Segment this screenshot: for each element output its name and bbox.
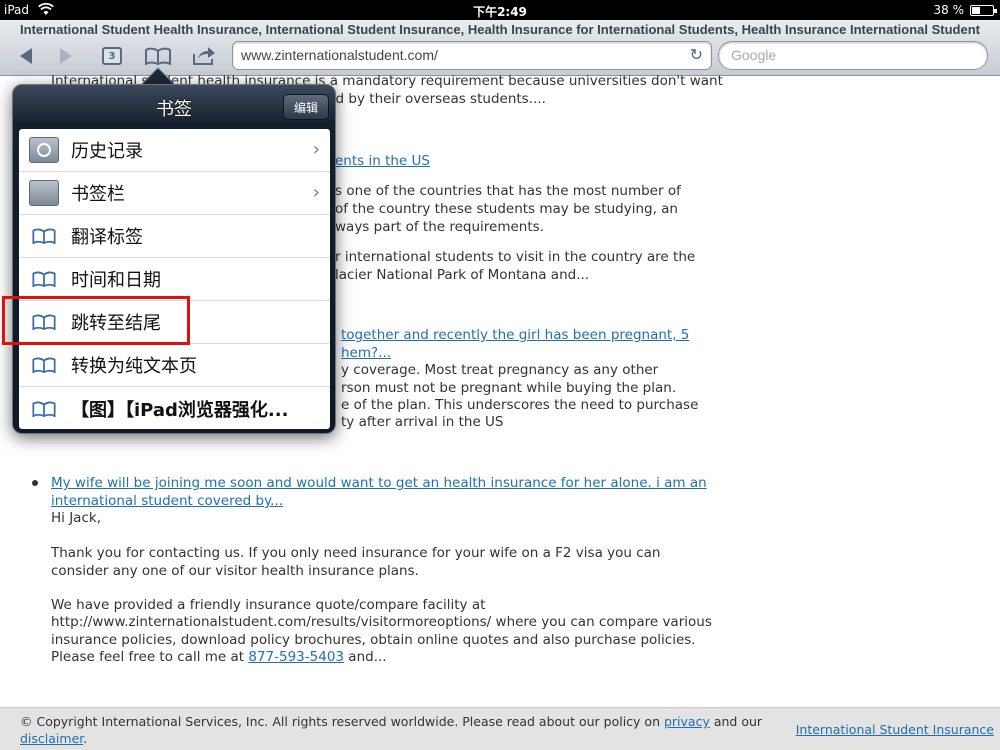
article-link[interactable]: hem?... bbox=[341, 345, 391, 361]
chevron-right-icon: › bbox=[312, 139, 320, 160]
bookmark-label: 翻译标签 bbox=[71, 227, 143, 248]
text-fragment: and... bbox=[348, 649, 387, 665]
bookmark-item[interactable]: 时间和日期 bbox=[19, 258, 330, 301]
book-icon bbox=[145, 47, 171, 65]
text-line: ways part of the requirements. bbox=[335, 219, 544, 235]
search-field[interactable]: Google bbox=[718, 41, 988, 70]
text-line: Hi Jack, bbox=[51, 510, 101, 526]
browser-toolbar: International Student Health Insurance, … bbox=[0, 20, 1000, 76]
copyright-line: © Copyright International Services, Inc.… bbox=[20, 714, 660, 729]
copyright-and: and our bbox=[713, 714, 763, 729]
article-link[interactable]: ents in the US bbox=[335, 153, 430, 169]
brand-link[interactable]: International Student Insurance bbox=[796, 722, 994, 737]
battery-icon bbox=[970, 5, 997, 16]
text-line: lacier National Park of Montana and... bbox=[335, 267, 590, 283]
bookmark-item[interactable]: 【图】【iPad浏览器强化... bbox=[19, 387, 330, 429]
text-line: insurance policies, download policy broc… bbox=[51, 632, 696, 648]
text-line: Thank you for contacting us. If you only… bbox=[51, 545, 661, 561]
bookmark-item[interactable]: 翻译标签 bbox=[19, 215, 330, 258]
share-icon bbox=[193, 47, 215, 65]
bullet bbox=[32, 480, 38, 486]
text-line: http://www.zinternationalstudent.com/res… bbox=[51, 614, 712, 630]
url-text: www.zinternationalstudent.com/ bbox=[241, 47, 438, 63]
text-line: ty after arrival in the US bbox=[341, 414, 504, 430]
bookmark-label: 历史记录 bbox=[71, 141, 143, 162]
bookmark-label: 转换为纯文本页 bbox=[71, 356, 197, 377]
text-line: y coverage. Most treat pregnancy as any … bbox=[341, 362, 659, 378]
privacy-link[interactable]: privacy bbox=[664, 714, 710, 729]
bookmark-label: 书签栏 bbox=[71, 184, 125, 205]
copyright-text: © Copyright International Services, Inc.… bbox=[20, 713, 780, 747]
text-line: e of the plan. This underscores the need… bbox=[341, 397, 699, 413]
article-link[interactable]: together and recently the girl has been … bbox=[341, 327, 689, 343]
share-button[interactable] bbox=[186, 42, 222, 70]
edit-button[interactable]: 编辑 bbox=[283, 94, 329, 120]
bookmark-label: 时间和日期 bbox=[71, 270, 161, 291]
back-button[interactable] bbox=[8, 42, 44, 70]
text-line: We have provided a friendly insurance qu… bbox=[51, 597, 486, 613]
text-fragment: Please feel free to call me at bbox=[51, 649, 245, 665]
bookmarks-popover: 书签 编辑 历史记录 › 书签栏 › 翻译标签 时间和日期 跳转至结尾 转换为纯… bbox=[12, 84, 336, 434]
tab-count-badge: 3 bbox=[102, 47, 122, 65]
article-link[interactable]: international student covered by... bbox=[51, 493, 283, 509]
tabs-button[interactable]: 3 bbox=[94, 42, 130, 70]
status-bar: iPad 下午2:49 38 % bbox=[0, 0, 1000, 20]
bookmark-item[interactable]: 转换为纯文本页 bbox=[19, 344, 330, 387]
status-time: 下午2:49 bbox=[473, 5, 527, 19]
text-line: rson must not be pregnant while buying t… bbox=[341, 380, 677, 396]
text-line: r international students to visit in the… bbox=[335, 249, 696, 265]
bookmark-history[interactable]: 历史记录 › bbox=[19, 129, 330, 172]
reload-icon[interactable]: ↻ bbox=[690, 45, 703, 65]
battery-percent: 38 % bbox=[933, 3, 965, 17]
text-line: consider any one of our visitor health i… bbox=[51, 563, 419, 579]
bookmarks-list: 历史记录 › 书签栏 › 翻译标签 时间和日期 跳转至结尾 转换为纯文本页 【图… bbox=[19, 129, 330, 429]
chevron-right-icon: › bbox=[312, 182, 320, 203]
page-footer: © Copyright International Services, Inc.… bbox=[0, 707, 1000, 750]
history-folder-icon bbox=[29, 137, 59, 163]
bookmark-bar-folder[interactable]: 书签栏 › bbox=[19, 172, 330, 215]
page-title: International Student Health Insurance, … bbox=[20, 22, 980, 37]
back-arrow-icon bbox=[20, 48, 32, 64]
bookmark-book-icon bbox=[29, 271, 59, 287]
text-line: of the country these students may be stu… bbox=[335, 201, 678, 217]
bookmark-label: 【图】【iPad浏览器强化... bbox=[71, 399, 289, 421]
folder-icon bbox=[29, 180, 59, 206]
phone-link[interactable]: 877-593-5403 bbox=[248, 649, 344, 665]
disclaimer-link[interactable]: disclaimer bbox=[20, 731, 83, 746]
address-bar[interactable]: www.zinternationalstudent.com/ ↻ bbox=[232, 41, 712, 70]
copyright-period: . bbox=[83, 731, 88, 746]
bookmarks-button[interactable] bbox=[140, 42, 176, 70]
forward-button[interactable] bbox=[48, 42, 84, 70]
search-placeholder: Google bbox=[731, 47, 777, 63]
bookmark-book-icon bbox=[29, 357, 59, 373]
article-link[interactable]: My wife will be joining me soon and woul… bbox=[51, 475, 707, 491]
bookmark-book-icon bbox=[29, 228, 59, 244]
forward-arrow-icon bbox=[60, 48, 72, 64]
text-line: Please feel free to call me at 877-593-5… bbox=[51, 649, 741, 667]
bookmark-book-icon bbox=[29, 401, 59, 417]
text-line: s one of the countries that has the most… bbox=[335, 183, 681, 199]
highlight-box bbox=[2, 296, 190, 345]
